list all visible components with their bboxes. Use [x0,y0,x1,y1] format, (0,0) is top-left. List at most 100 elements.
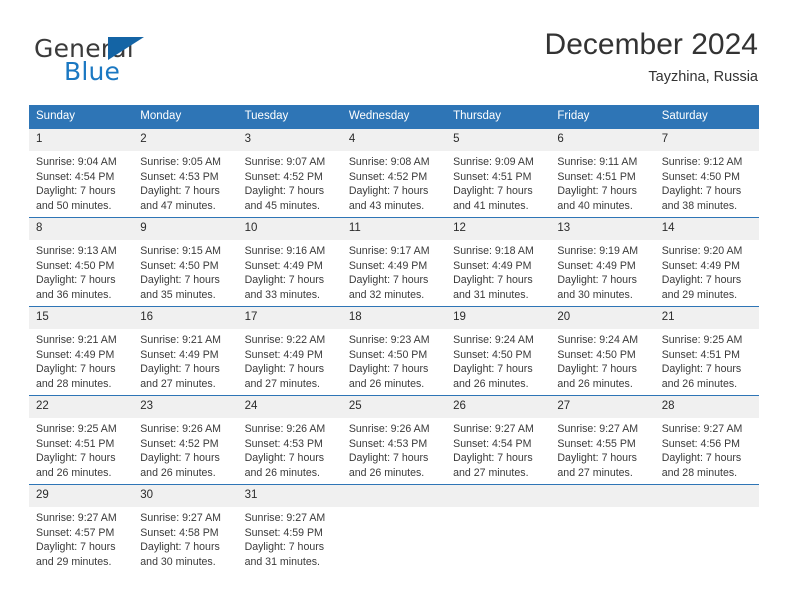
day-number: 5 [446,129,551,151]
sunrise-text: Sunrise: 9:20 AM [661,245,743,257]
day-info: Sunrise: 9:24 AM Sunset: 4:50 PM Dayligh… [550,329,654,391]
day-cell[interactable]: 31 Sunrise: 9:27 AM Sunset: 4:59 PM Dayl… [237,485,342,573]
day-cell[interactable]: 23 Sunrise: 9:26 AM Sunset: 4:52 PM Dayl… [133,396,238,484]
day-number: 4 [341,129,447,151]
daylight-text-line1: Daylight: 7 hours [244,185,325,198]
sunrise-text: Sunrise: 9:21 AM [140,334,221,346]
day-info: Sunrise: 9:19 AM Sunset: 4:49 PM Dayligh… [550,240,654,302]
day-info: Sunrise: 9:26 AM Sunset: 4:53 PM Dayligh… [342,418,446,480]
day-cell[interactable]: 8 Sunrise: 9:13 AM Sunset: 4:50 PM Dayli… [29,218,134,306]
day-cell[interactable]: 29 Sunrise: 9:27 AM Sunset: 4:57 PM Dayl… [29,485,134,573]
daylight-text-line1: Daylight: 7 hours [453,452,533,465]
day-cell[interactable]: 12 Sunrise: 9:18 AM Sunset: 4:49 PM Dayl… [446,218,551,306]
sunrise-text: Sunrise: 9:27 AM [36,512,117,524]
day-cell[interactable]: 6 Sunrise: 9:11 AM Sunset: 4:51 PM Dayli… [550,129,655,217]
day-cell[interactable]: 15 Sunrise: 9:21 AM Sunset: 4:49 PM Dayl… [29,307,134,395]
day-cell[interactable]: 3 Sunrise: 9:07 AM Sunset: 4:52 PM Dayli… [237,129,342,217]
weekday-header-monday: Monday [140,110,182,122]
day-info: Sunrise: 9:21 AM Sunset: 4:49 PM Dayligh… [29,329,133,391]
daylight-text-line1: Daylight: 7 hours [453,274,533,287]
sunset-text: Sunset: 4:50 PM [661,170,741,183]
day-cell[interactable]: 7 Sunrise: 9:12 AM Sunset: 4:50 PM Dayli… [654,129,759,217]
sunrise-text: Sunrise: 9:19 AM [557,245,639,257]
day-cell[interactable]: 30 Sunrise: 9:27 AM Sunset: 4:58 PM Dayl… [133,485,238,573]
daylight-text-line2: and 27 minutes. [453,466,529,479]
day-cell[interactable]: 22 Sunrise: 9:25 AM Sunset: 4:51 PM Dayl… [29,396,134,484]
day-cell[interactable]: 18 Sunrise: 9:23 AM Sunset: 4:50 PM Dayl… [341,307,447,395]
day-number: 1 [29,129,134,151]
daylight-text-line1: Daylight: 7 hours [244,363,325,376]
day-cell[interactable]: 10 Sunrise: 9:16 AM Sunset: 4:49 PM Dayl… [237,218,342,306]
day-info: Sunrise: 9:11 AM Sunset: 4:51 PM Dayligh… [550,151,654,213]
day-number: 13 [550,218,655,240]
sunset-text: Sunset: 4:53 PM [348,437,428,450]
daylight-text-line2: and 43 minutes. [348,199,425,212]
day-cell[interactable]: 16 Sunrise: 9:21 AM Sunset: 4:49 PM Dayl… [133,307,238,395]
day-cell-empty [654,485,759,573]
day-info: Sunrise: 9:12 AM Sunset: 4:50 PM Dayligh… [655,151,759,213]
day-cell[interactable]: 14 Sunrise: 9:20 AM Sunset: 4:49 PM Dayl… [654,218,759,306]
sunset-text: Sunset: 4:51 PM [557,170,636,183]
day-info: Sunrise: 9:08 AM Sunset: 4:52 PM Dayligh… [342,151,446,213]
day-cell[interactable]: 27 Sunrise: 9:27 AM Sunset: 4:55 PM Dayl… [550,396,655,484]
sunset-text: Sunset: 4:49 PM [661,259,741,272]
daylight-text-line2: and 29 minutes. [661,288,738,301]
sunset-text: Sunset: 4:50 PM [453,348,532,361]
calendar-week-row: 8 Sunrise: 9:13 AM Sunset: 4:50 PM Dayli… [29,217,759,306]
sunset-text: Sunset: 4:54 PM [36,170,115,183]
general-blue-logo[interactable]: General Blue [34,34,244,90]
day-number: 31 [237,485,342,507]
day-cell[interactable]: 21 Sunrise: 9:25 AM Sunset: 4:51 PM Dayl… [654,307,759,395]
sunset-text: Sunset: 4:53 PM [140,170,219,183]
day-number: 26 [446,396,551,418]
day-cell[interactable]: 28 Sunrise: 9:27 AM Sunset: 4:56 PM Dayl… [654,396,759,484]
daylight-text-line2: and 36 minutes. [36,288,112,301]
calendar-week-row: 22 Sunrise: 9:25 AM Sunset: 4:51 PM Dayl… [29,395,759,484]
weekday-header-saturday: Saturday [661,110,708,122]
day-number: 18 [341,307,447,329]
daylight-text-line2: and 26 minutes. [348,466,425,479]
daylight-text-line2: and 29 minutes. [36,555,112,568]
day-cell[interactable]: 19 Sunrise: 9:24 AM Sunset: 4:50 PM Dayl… [446,307,551,395]
day-cell[interactable]: 5 Sunrise: 9:09 AM Sunset: 4:51 PM Dayli… [446,129,551,217]
day-cell[interactable]: 13 Sunrise: 9:19 AM Sunset: 4:49 PM Dayl… [550,218,655,306]
daylight-text-line1: Daylight: 7 hours [36,541,116,554]
daylight-text-line2: and 27 minutes. [140,377,216,390]
sunset-text: Sunset: 4:49 PM [348,259,428,272]
day-cell[interactable]: 11 Sunrise: 9:17 AM Sunset: 4:49 PM Dayl… [341,218,447,306]
sunset-text: Sunset: 4:55 PM [557,437,636,450]
sunset-text: Sunset: 4:54 PM [453,437,532,450]
day-info: Sunrise: 9:23 AM Sunset: 4:50 PM Dayligh… [342,329,446,391]
weekday-header-tuesday: Tuesday [244,110,289,122]
daylight-text-line1: Daylight: 7 hours [36,363,116,376]
daylight-text-line1: Daylight: 7 hours [661,452,742,465]
day-cell[interactable]: 9 Sunrise: 9:15 AM Sunset: 4:50 PM Dayli… [133,218,238,306]
day-cell[interactable]: 24 Sunrise: 9:26 AM Sunset: 4:53 PM Dayl… [237,396,342,484]
day-cell[interactable]: 20 Sunrise: 9:24 AM Sunset: 4:50 PM Dayl… [550,307,655,395]
daylight-text-line2: and 31 minutes. [244,555,320,568]
day-number [550,485,655,507]
sunrise-text: Sunrise: 9:24 AM [557,334,639,346]
day-cell[interactable]: 4 Sunrise: 9:08 AM Sunset: 4:52 PM Dayli… [341,129,447,217]
day-number [341,485,447,507]
day-cell[interactable]: 26 Sunrise: 9:27 AM Sunset: 4:54 PM Dayl… [446,396,551,484]
sunset-text: Sunset: 4:49 PM [557,259,636,272]
day-cell[interactable]: 17 Sunrise: 9:22 AM Sunset: 4:49 PM Dayl… [237,307,342,395]
sunrise-text: Sunrise: 9:07 AM [244,156,326,168]
daylight-text-line1: Daylight: 7 hours [140,452,220,465]
sunrise-text: Sunrise: 9:27 AM [244,512,326,524]
day-cell[interactable]: 25 Sunrise: 9:26 AM Sunset: 4:53 PM Dayl… [341,396,447,484]
day-cell[interactable]: 2 Sunrise: 9:05 AM Sunset: 4:53 PM Dayli… [133,129,238,217]
day-info: Sunrise: 9:17 AM Sunset: 4:49 PM Dayligh… [342,240,446,302]
day-cell[interactable]: 1 Sunrise: 9:04 AM Sunset: 4:54 PM Dayli… [29,129,134,217]
daylight-text-line1: Daylight: 7 hours [557,185,637,198]
sunrise-text: Sunrise: 9:08 AM [348,156,430,168]
sunrise-text: Sunrise: 9:27 AM [557,423,639,435]
sunset-text: Sunset: 4:56 PM [661,437,741,450]
day-info: Sunrise: 9:25 AM Sunset: 4:51 PM Dayligh… [655,329,759,391]
daylight-text-line1: Daylight: 7 hours [244,274,325,287]
daylight-text-line1: Daylight: 7 hours [453,185,533,198]
day-number: 27 [550,396,655,418]
day-cell-empty [550,485,655,573]
sunset-text: Sunset: 4:52 PM [140,437,219,450]
